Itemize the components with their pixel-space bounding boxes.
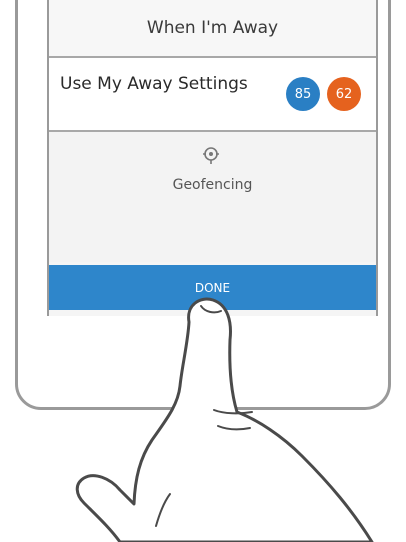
geofencing-label: Geofencing xyxy=(172,177,253,193)
geofencing-option[interactable]: Geofencing xyxy=(49,132,376,262)
heat-setpoint-badge: 62 xyxy=(327,77,361,111)
page-title: When I'm Away xyxy=(49,0,376,58)
page-title-text: When I'm Away xyxy=(146,18,279,38)
away-settings-label: Use My Away Settings xyxy=(60,74,248,94)
geofence-pin-icon xyxy=(203,147,219,164)
done-button-label: DONE xyxy=(194,280,231,295)
done-button[interactable]: DONE xyxy=(49,265,376,310)
away-settings-row[interactable]: Use My Away Settings 85 62 xyxy=(49,58,376,132)
cool-setpoint-badge: 85 xyxy=(286,77,320,111)
cool-setpoint-value: 85 xyxy=(294,86,312,102)
heat-setpoint-value: 62 xyxy=(335,86,353,102)
app-screen: When I'm Away Use My Away Settings 85 62… xyxy=(47,0,378,316)
